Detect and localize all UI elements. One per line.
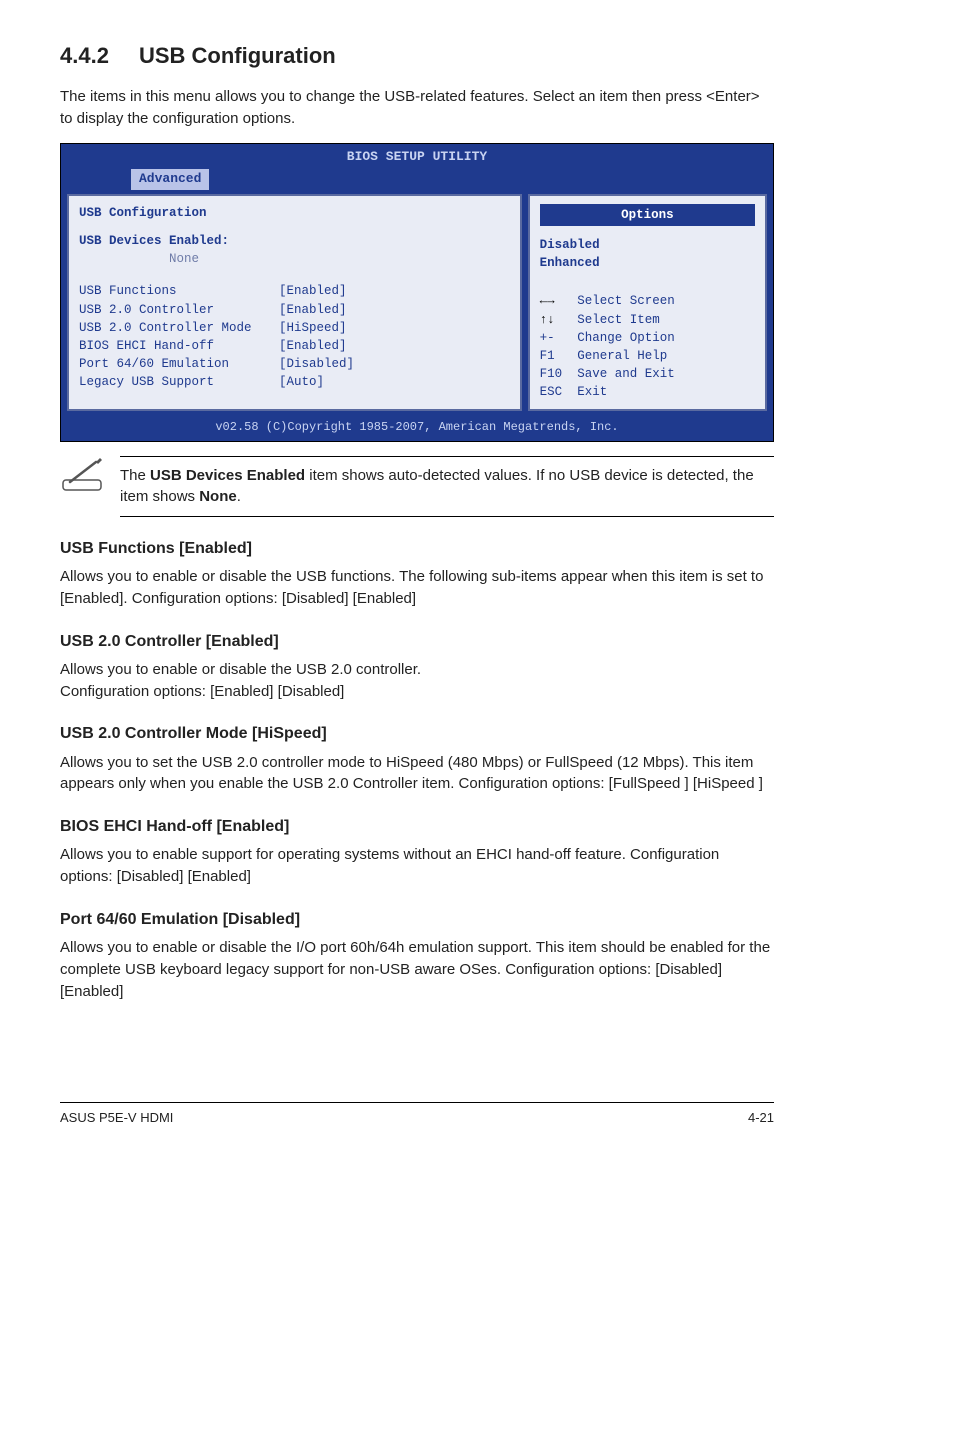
para-port6460: Allows you to enable or disable the I/O … <box>60 937 774 1002</box>
bios-right-panel: Options Disabled Enhanced ←→ Select Scre… <box>528 194 767 411</box>
bios-row-usb-functions[interactable]: USB Functions[Enabled] <box>79 282 510 300</box>
bios-footer: v02.58 (C)Copyright 1985-2007, American … <box>61 417 773 440</box>
option-enhanced[interactable]: Enhanced <box>540 254 755 272</box>
f10-key: F10 <box>540 367 563 381</box>
bios-row-ehci-handoff[interactable]: BIOS EHCI Hand-off[Enabled] <box>79 337 510 355</box>
usb-devices-label: USB Devices Enabled: <box>79 232 510 250</box>
bios-settings-block: USB Functions[Enabled] USB 2.0 Controlle… <box>79 282 510 391</box>
section-name: USB Configuration <box>139 43 336 68</box>
plus-minus-icon: +- <box>540 331 555 345</box>
arrows-lr-icon: ←→ <box>540 294 555 308</box>
section-number: 4.4.2 <box>60 43 109 68</box>
subhead-usb-functions: USB Functions [Enabled] <box>60 537 774 560</box>
subhead-port6460: Port 64/60 Emulation [Disabled] <box>60 908 774 931</box>
footer-left: ASUS P5E-V HDMI <box>60 1109 173 1128</box>
f1-key: F1 <box>540 349 555 363</box>
arrows-ud-icon: ↑↓ <box>540 313 555 327</box>
subhead-usb20-mode: USB 2.0 Controller Mode [HiSpeed] <box>60 722 774 745</box>
bios-left-heading: USB Configuration <box>79 204 510 222</box>
bios-tab-advanced[interactable]: Advanced <box>131 169 209 190</box>
subhead-ehci: BIOS EHCI Hand-off [Enabled] <box>60 815 774 838</box>
bios-row-port6460[interactable]: Port 64/60 Emulation[Disabled] <box>79 355 510 373</box>
para-ehci: Allows you to enable support for operati… <box>60 844 774 888</box>
option-disabled[interactable]: Disabled <box>540 236 755 254</box>
bios-row-legacy-usb[interactable]: Legacy USB Support[Auto] <box>79 373 510 391</box>
footer-right: 4-21 <box>748 1109 774 1128</box>
note-block: The USB Devices Enabled item shows auto-… <box>60 456 774 518</box>
note-icon <box>60 456 104 500</box>
bios-help-block: ←→ Select Screen ↑↓ Select Item +- Chang… <box>540 272 755 401</box>
esc-key: ESC <box>540 385 563 399</box>
intro-text: The items in this menu allows you to cha… <box>60 86 774 130</box>
bios-row-usb20-controller[interactable]: USB 2.0 Controller[Enabled] <box>79 301 510 319</box>
bios-row-usb20-mode[interactable]: USB 2.0 Controller Mode[HiSpeed] <box>79 319 510 337</box>
usb-devices-value: None <box>79 250 510 268</box>
bios-screen: BIOS SETUP UTILITY Advanced USB Configur… <box>60 143 774 441</box>
options-title: Options <box>540 204 755 226</box>
page-footer: ASUS P5E-V HDMI 4-21 <box>60 1102 774 1128</box>
para-usb20-mode: Allows you to set the USB 2.0 controller… <box>60 752 774 796</box>
bios-panels: USB Configuration USB Devices Enabled: N… <box>61 194 773 417</box>
note-text: The USB Devices Enabled item shows auto-… <box>120 456 774 518</box>
para-usb20-controller: Allows you to enable or disable the USB … <box>60 659 774 703</box>
subhead-usb20-controller: USB 2.0 Controller [Enabled] <box>60 630 774 653</box>
bios-title: BIOS SETUP UTILITY <box>61 144 773 167</box>
bios-left-panel: USB Configuration USB Devices Enabled: N… <box>67 194 522 411</box>
section-title: 4.4.2 USB Configuration <box>60 40 774 72</box>
para-usb-functions: Allows you to enable or disable the USB … <box>60 566 774 610</box>
